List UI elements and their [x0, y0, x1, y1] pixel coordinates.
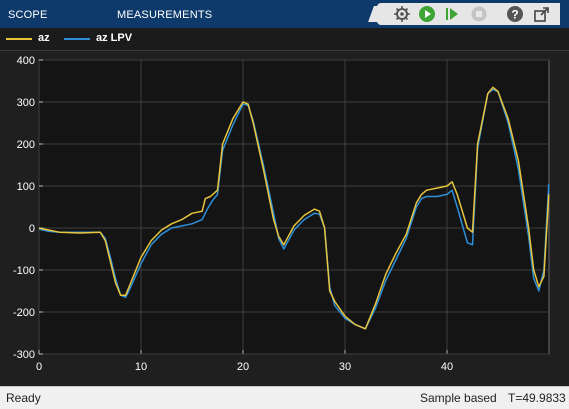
- status-ready: Ready: [6, 391, 41, 405]
- y-tick-label: -200: [13, 307, 35, 319]
- plot-background: [38, 59, 550, 355]
- status-sample-mode: Sample based: [420, 391, 497, 405]
- x-tick-label: 10: [135, 361, 147, 373]
- legend: az az LPV: [0, 28, 569, 51]
- y-tick-label: 300: [17, 97, 35, 109]
- scope-settings-icon[interactable]: [393, 5, 411, 23]
- tab-scope[interactable]: SCOPE: [8, 0, 48, 28]
- run-icon[interactable]: [418, 5, 436, 23]
- x-tick-label: 20: [237, 361, 249, 373]
- toolbar-notch: [368, 6, 386, 22]
- toolstrip: SCOPE MEASUREMENTS ?: [0, 0, 569, 28]
- legend-swatch-az-lpv: [64, 38, 90, 40]
- y-tick-label: -300: [13, 349, 35, 361]
- tab-measurements[interactable]: MEASUREMENTS: [117, 0, 212, 28]
- y-tick-label: 400: [17, 55, 35, 67]
- y-tick-label: -100: [13, 265, 35, 277]
- status-bar: Ready Sample based T=49.9833: [0, 386, 569, 409]
- x-tick-label: 30: [339, 361, 351, 373]
- y-tick-label: 100: [17, 181, 35, 193]
- status-time: T=49.9833: [508, 391, 566, 405]
- legend-label-az-lpv: az LPV: [96, 32, 133, 44]
- undock-icon[interactable]: [533, 5, 551, 23]
- legend-swatch-az: [6, 38, 32, 40]
- help-icon[interactable]: ?: [506, 5, 524, 23]
- svg-text:?: ?: [511, 7, 518, 21]
- y-tick-label: 0: [29, 223, 35, 235]
- x-tick-label: 0: [36, 361, 42, 373]
- stop-icon[interactable]: [470, 5, 488, 23]
- scope-plot: 0 10 20 30 40 -300 -200 -100 0 100 200 300 400: [13, 55, 550, 373]
- legend-label-az: az: [38, 32, 50, 44]
- scope-plot-area[interactable]: 0 10 20 30 40 -300 -200 -100 0 100 200 300 400: [0, 51, 569, 385]
- x-tick-label: 40: [441, 361, 453, 373]
- step-forward-icon[interactable]: [443, 5, 461, 23]
- y-tick-label: 200: [17, 139, 35, 151]
- quick-access-toolbar: ?: [368, 3, 560, 25]
